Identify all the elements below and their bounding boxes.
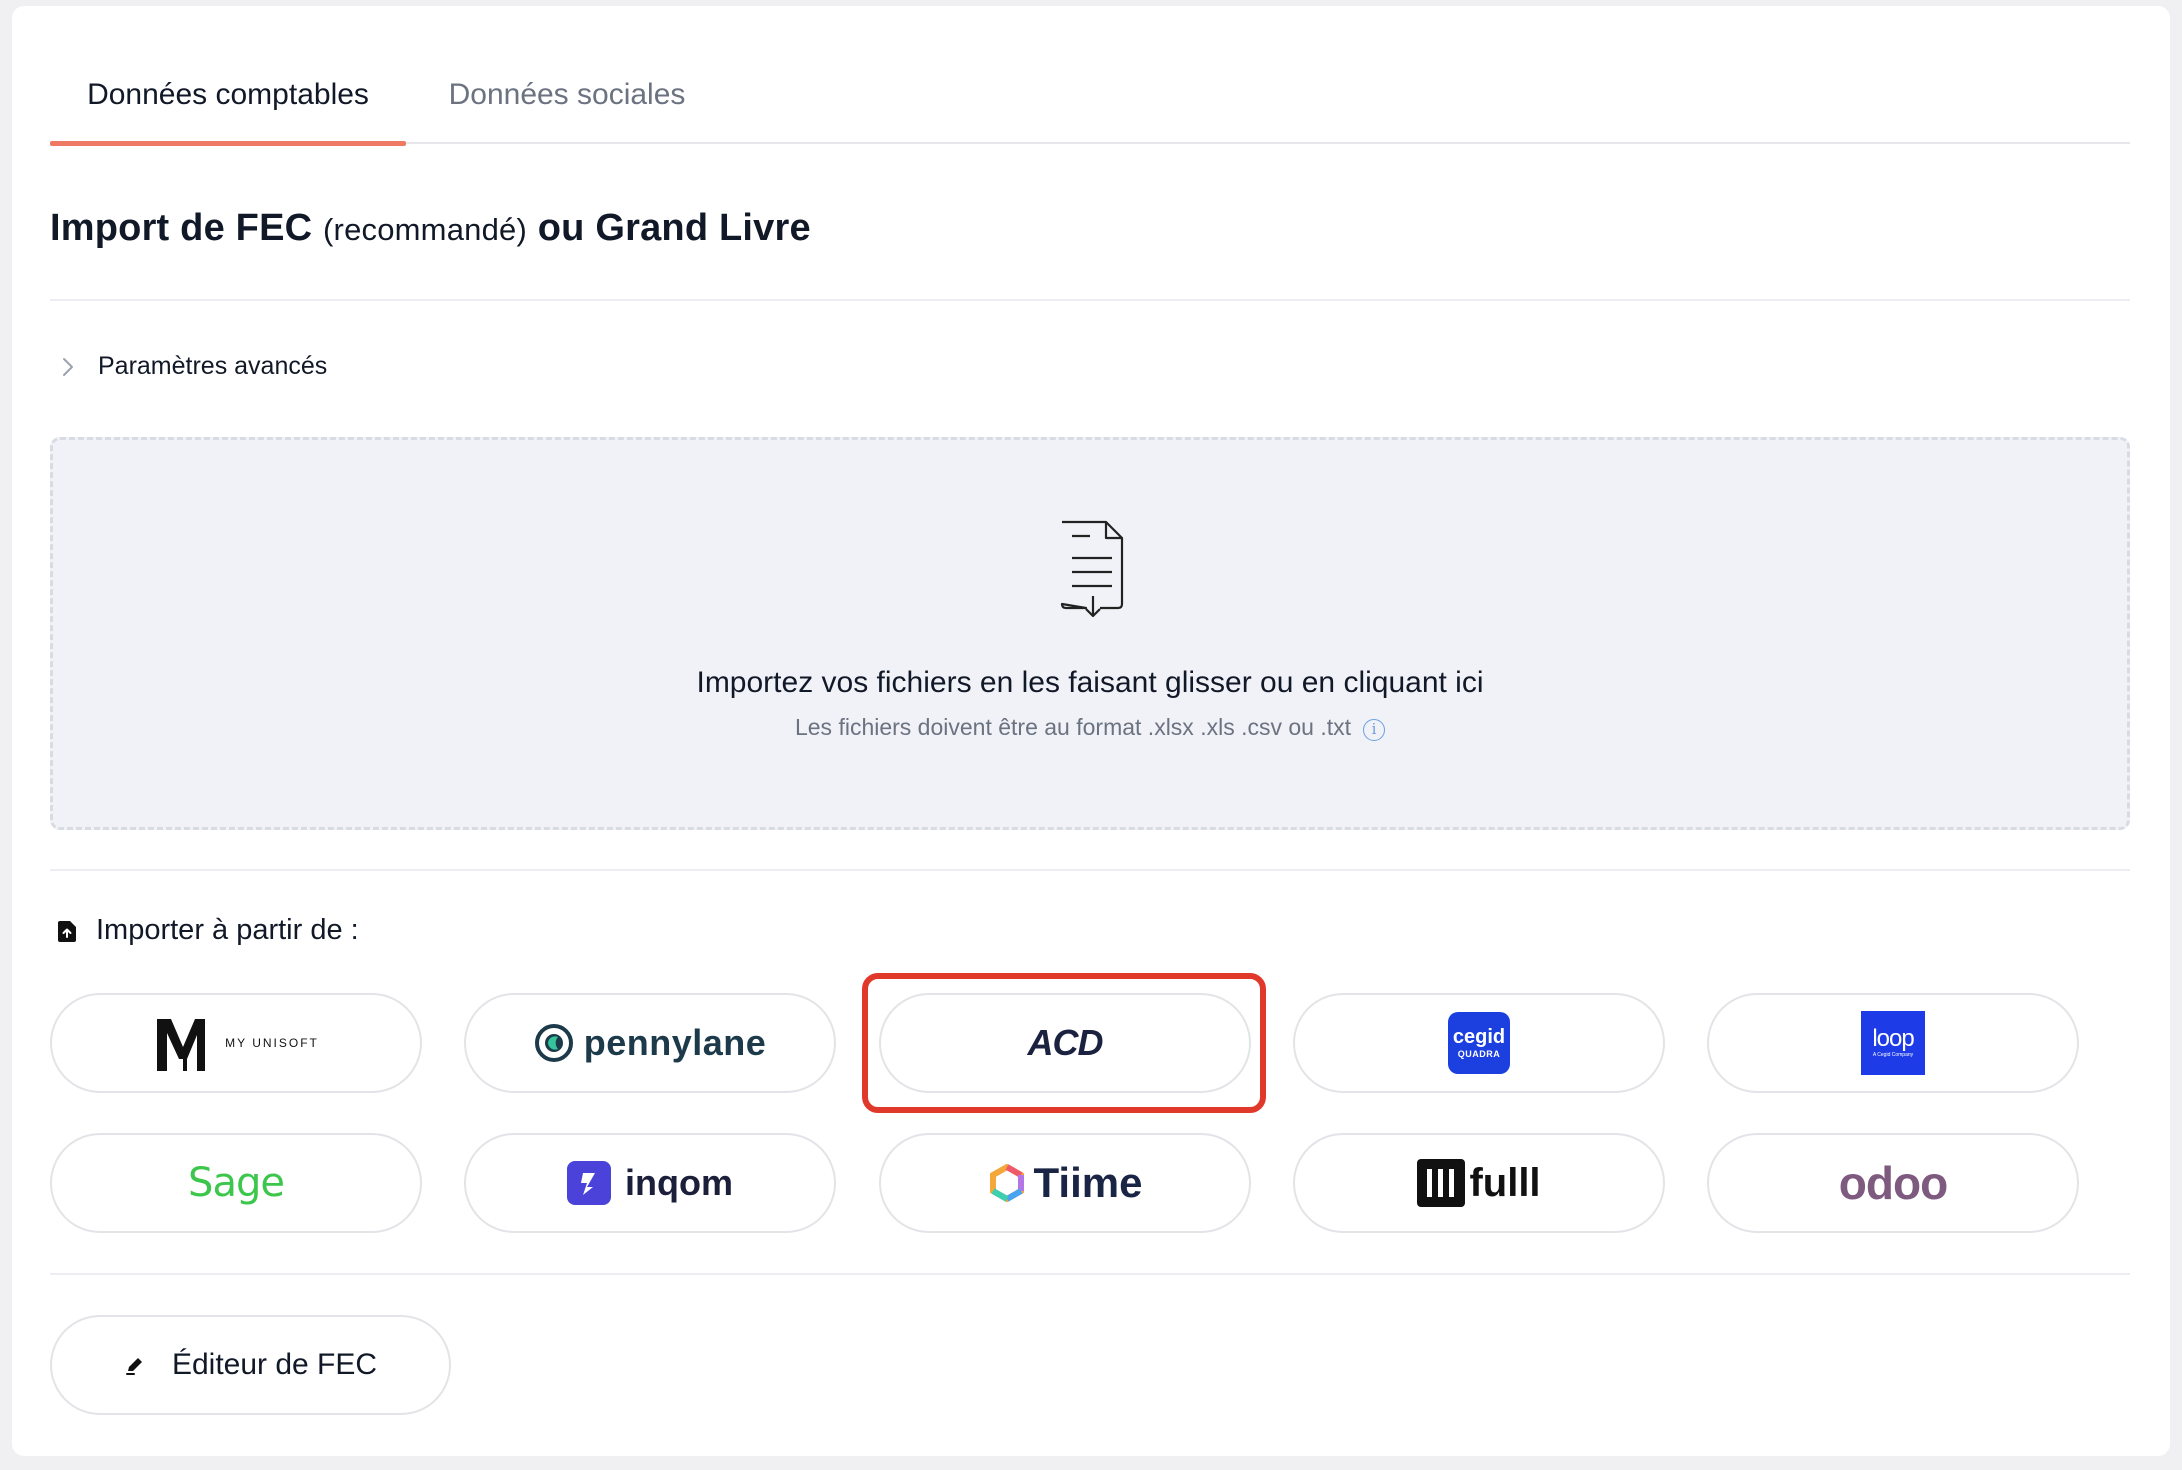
acd-wordmark: ACD <box>1027 1022 1104 1063</box>
sage-wordmark: Sage <box>188 1160 285 1206</box>
provider-sage-button[interactable]: Sage <box>50 1133 422 1233</box>
tiime-logo-icon <box>989 1164 1024 1202</box>
pennylane-wordmark: pennylane <box>583 1022 767 1063</box>
tab-bar: Données comptables Données sociales <box>50 46 2130 146</box>
divider <box>50 869 2130 871</box>
cegid-wordmark: cegid <box>1452 1026 1506 1048</box>
fec-editor-button[interactable]: Éditeur de FEC <box>50 1315 451 1415</box>
pen-icon <box>125 1358 142 1375</box>
provider-myunisoft-button[interactable]: MY UNISOFT <box>50 993 422 1093</box>
odoo-wordmark: odoo <box>1838 1157 1948 1209</box>
title-paren: (recommandé) <box>323 212 527 247</box>
provider-fulll-button[interactable]: fulll <box>1293 1133 1665 1233</box>
loop-logo: loop A Cegid Company <box>1861 1011 1925 1075</box>
provider-pennylane-button[interactable]: pennylane <box>464 993 836 1093</box>
provider-odoo-button[interactable]: odoo <box>1707 1133 2079 1233</box>
loop-wordmark: loop <box>1872 1025 1914 1052</box>
dropzone-title: Importez vos fichiers en les faisant gli… <box>696 666 1484 699</box>
chevron-right-icon <box>63 357 73 376</box>
provider-tiime-button[interactable]: Tiime <box>879 1133 1251 1233</box>
file-download-icon <box>1060 520 1124 618</box>
tab-donnees-comptables[interactable]: Données comptables <box>50 46 406 146</box>
fulll-logo-icon <box>1417 1159 1466 1207</box>
advanced-settings-label: Paramètres avancés <box>98 352 328 380</box>
inqom-logo-icon <box>567 1161 611 1205</box>
dropzone-subtitle: Les fichiers doivent être au format .xls… <box>53 714 2127 741</box>
myunisoft-caption: MY UNISOFT <box>225 1036 319 1050</box>
tiime-wordmark: Tiime <box>1033 1159 1143 1206</box>
title-part-1: Import de FEC <box>50 207 324 249</box>
dropzone-format-text: Les fichiers doivent être au format .xls… <box>794 714 1352 740</box>
import-from-heading: Importer à partir de : <box>56 914 359 947</box>
divider <box>50 1273 2130 1275</box>
fulll-wordmark: fulll <box>1469 1160 1541 1205</box>
divider <box>50 299 2130 301</box>
pennylane-logo-icon <box>534 1024 573 1062</box>
provider-acd-button[interactable]: ACD <box>879 993 1251 1093</box>
provider-loop-button[interactable]: loop A Cegid Company <box>1707 993 2079 1093</box>
fec-editor-label: Éditeur de FEC <box>171 1348 378 1381</box>
tab-donnees-sociales[interactable]: Données sociales <box>406 46 728 144</box>
provider-inqom-button[interactable]: inqom <box>464 1133 836 1233</box>
title-part-2: ou Grand Livre <box>527 207 811 249</box>
file-dropzone[interactable]: Importez vos fichiers en les faisant gli… <box>50 437 2130 830</box>
import-from-label: Importer à partir de : <box>96 914 359 946</box>
cegid-caption: QUADRA <box>1457 1049 1501 1059</box>
inqom-wordmark: inqom <box>625 1162 733 1203</box>
cegid-logo: cegid QUADRA <box>1448 1012 1510 1074</box>
section-title: Import de FEC (recommandé) ou Grand Livr… <box>50 207 811 250</box>
info-icon[interactable]: i <box>1363 719 1386 741</box>
loop-caption: A Cegid Company <box>1872 1052 1914 1058</box>
provider-cegid-button[interactable]: cegid QUADRA <box>1293 993 1665 1093</box>
myunisoft-logo <box>157 1019 206 1071</box>
file-upload-icon <box>58 920 76 942</box>
advanced-settings-toggle[interactable]: Paramètres avancés <box>56 352 327 381</box>
